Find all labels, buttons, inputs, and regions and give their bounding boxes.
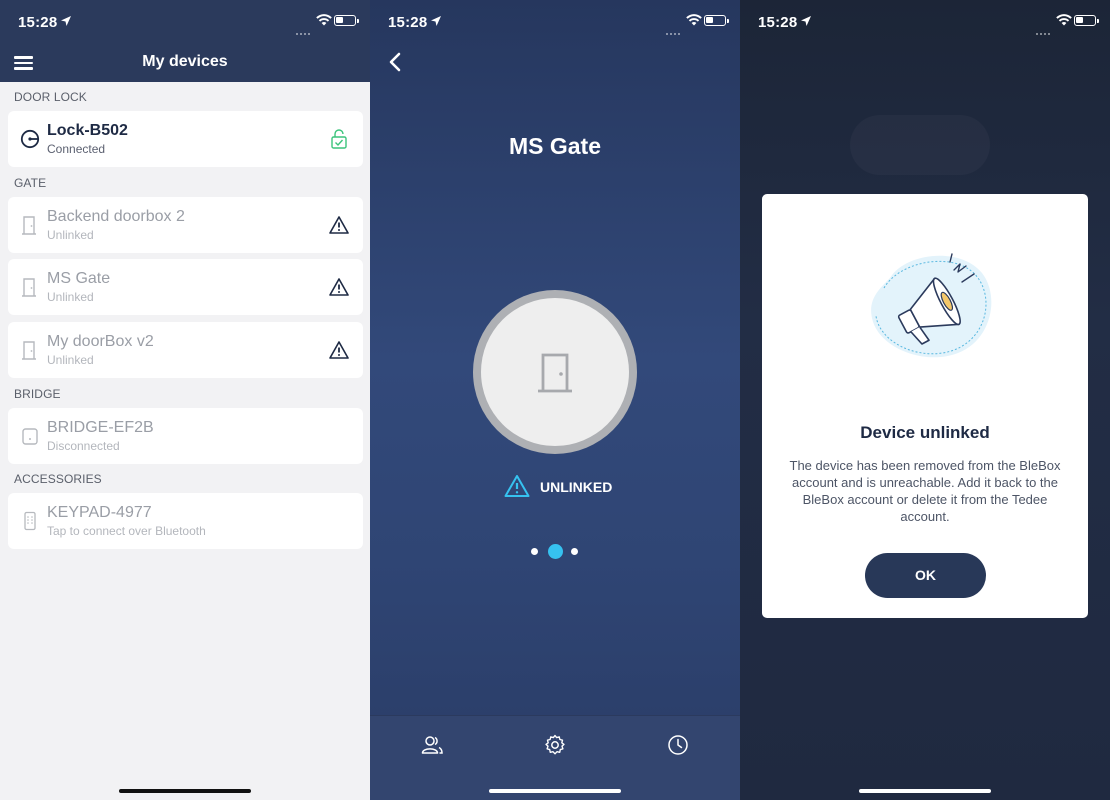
device-card-backend-doorbox-2[interactable]: Backend doorbox 2 Unlinked [8, 197, 363, 253]
blurred-background-title [850, 115, 990, 175]
device-name: BRIDGE-EF2B [47, 419, 154, 436]
dialog-title: Device unlinked [860, 423, 990, 442]
users-icon[interactable] [420, 733, 444, 757]
cellular-signal-icon [1036, 22, 1052, 35]
battery-icon [704, 15, 729, 26]
status-time: 15:28 [758, 14, 798, 31]
device-state-label: UNLINKED [540, 479, 613, 495]
settings-gear-icon[interactable] [543, 733, 567, 757]
bridge-icon [22, 428, 38, 445]
device-status: Connected [47, 142, 106, 156]
wifi-icon [1056, 14, 1072, 26]
device-card-bridge-ef2b[interactable]: BRIDGE-EF2B Disconnected [8, 408, 363, 464]
wifi-icon [686, 14, 702, 26]
device-status: Tap to connect over Bluetooth [47, 524, 206, 538]
status-bar: 15:28 [740, 0, 1110, 44]
page-dot[interactable] [531, 548, 538, 555]
unlinked-dialog: Device unlinked The device has been remo… [762, 194, 1088, 618]
device-status: Unlinked [47, 353, 94, 367]
my-devices-screen: 15:28 My devices DOOR LOCK Lock-B502 Con… [0, 0, 370, 800]
door-icon [22, 278, 36, 297]
device-unlinked-dialog-screen: 15:28 Device unlinked The device has bee… [740, 0, 1110, 800]
page-title: My devices [142, 53, 228, 70]
history-clock-icon[interactable] [666, 733, 690, 757]
door-icon [22, 341, 36, 360]
device-name: My doorBox v2 [47, 333, 154, 350]
device-card-my-doorbox-v2[interactable]: My doorBox v2 Unlinked [8, 322, 363, 378]
gate-detail-screen: 15:28 MS Gate UNLINKED [370, 0, 740, 800]
warning-icon [504, 475, 530, 497]
device-status: Unlinked [47, 290, 94, 304]
door-icon [22, 216, 36, 235]
device-name: KEYPAD-4977 [47, 504, 152, 521]
status-time: 15:28 [18, 14, 58, 31]
gate-action-button-face [481, 298, 629, 446]
home-indicator[interactable] [489, 789, 621, 793]
status-time: 15:28 [388, 14, 428, 31]
megaphone-illustration-icon [871, 253, 992, 358]
back-chevron-icon[interactable] [388, 52, 402, 72]
section-header-door-lock: DOOR LOCK [14, 90, 87, 104]
unlocked-check-icon[interactable] [329, 129, 349, 149]
status-bar: 15:28 [0, 0, 370, 44]
bottom-tab-bar [370, 715, 740, 800]
location-arrow-icon [801, 16, 811, 26]
top-navigation-bar: 15:28 My devices [0, 0, 370, 82]
battery-icon [1074, 15, 1099, 26]
section-header-gate: GATE [14, 176, 47, 190]
page-indicator[interactable] [531, 544, 581, 560]
home-indicator[interactable] [119, 789, 251, 793]
lock-circle-icon [20, 129, 40, 149]
device-card-keypad-4977[interactable]: KEYPAD-4977 Tap to connect over Bluetoot… [8, 493, 363, 549]
device-card-lock-b502[interactable]: Lock-B502 Connected [8, 111, 363, 167]
warning-icon[interactable] [329, 277, 349, 297]
section-header-accessories: ACCESSORIES [14, 472, 102, 486]
section-header-bridge: BRIDGE [14, 387, 61, 401]
home-indicator[interactable] [859, 789, 991, 793]
keypad-icon [24, 511, 36, 531]
warning-icon[interactable] [329, 215, 349, 235]
dialog-message: The device has been removed from the Ble… [789, 458, 1061, 524]
device-name: Lock-B502 [47, 122, 128, 139]
page-dot[interactable] [571, 548, 578, 555]
page-dot-active[interactable] [548, 544, 563, 559]
warning-icon[interactable] [329, 340, 349, 360]
device-card-ms-gate[interactable]: MS Gate Unlinked [8, 259, 363, 315]
battery-icon [334, 15, 359, 26]
gate-action-button[interactable] [473, 290, 637, 454]
device-status: Disconnected [47, 439, 120, 453]
location-arrow-icon [431, 16, 441, 26]
device-name: Backend doorbox 2 [47, 208, 185, 225]
wifi-icon [316, 14, 332, 26]
status-bar: 15:28 [370, 0, 740, 44]
ok-button[interactable]: OK [865, 553, 986, 598]
device-status: Unlinked [47, 228, 94, 242]
device-title: MS Gate [508, 133, 602, 159]
device-name: MS Gate [47, 270, 111, 287]
location-arrow-icon [61, 16, 71, 26]
cellular-signal-icon [666, 22, 682, 35]
cellular-signal-icon [296, 22, 312, 35]
door-icon [538, 353, 572, 393]
